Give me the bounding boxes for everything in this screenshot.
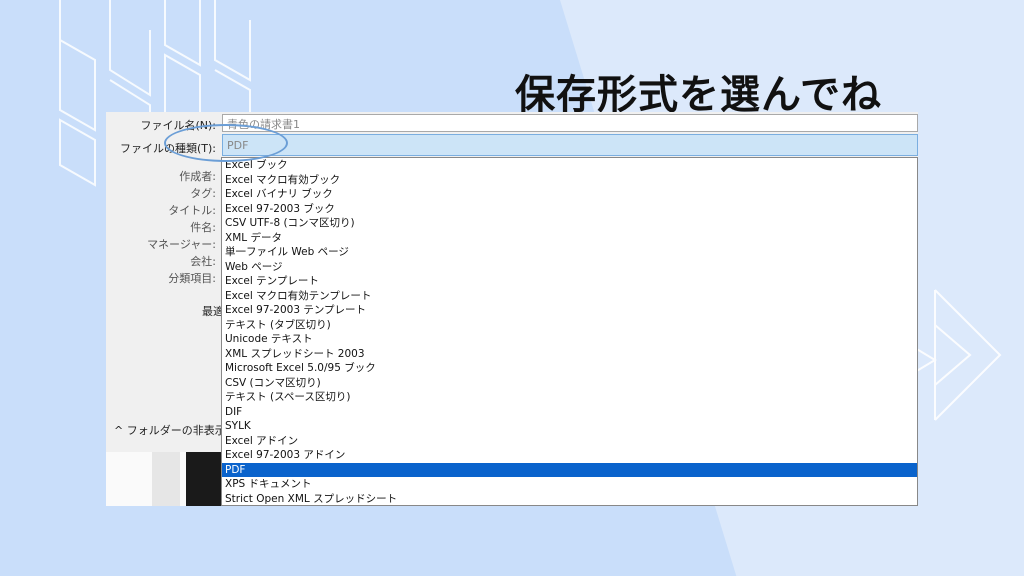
subject-label: 件名:: [190, 221, 216, 234]
category-label: 分類項目:: [168, 272, 216, 285]
decorative-lines-right: [909, 289, 1002, 421]
file-type-option[interactable]: Excel マクロ有効ブック: [222, 173, 917, 188]
author-label: 作成者:: [179, 170, 216, 183]
file-type-option[interactable]: Excel アドイン: [222, 434, 917, 449]
chevron-up-icon: ^: [114, 424, 124, 437]
highlight-circle: [164, 124, 288, 162]
save-dialog-screenshot: ファイル名(N): ファイルの種類(T): 作成者: タグ: タイトル: 件名:…: [106, 112, 918, 506]
file-type-option[interactable]: Excel 97-2003 アドイン: [222, 448, 917, 463]
file-type-option[interactable]: DIF: [222, 405, 917, 420]
file-type-option[interactable]: テキスト (スペース区切り): [222, 390, 917, 405]
file-type-option[interactable]: Unicode テキスト: [222, 332, 917, 347]
company-label: 会社:: [190, 255, 216, 268]
manager-label: マネージャー:: [147, 238, 216, 251]
file-type-dropdown[interactable]: PDF: [222, 134, 918, 156]
hide-folders-label: フォルダーの非表示: [126, 424, 226, 437]
file-type-option[interactable]: 単一ファイル Web ページ: [222, 245, 917, 260]
hide-folders-button[interactable]: ^ フォルダーの非表示: [114, 422, 226, 438]
tags-label: タグ:: [190, 187, 216, 200]
file-type-option[interactable]: Web ページ: [222, 260, 917, 275]
file-type-option[interactable]: Strict Open XML スプレッドシート: [222, 492, 917, 507]
file-name-input[interactable]: 青色の請求書1: [222, 114, 918, 132]
file-type-option[interactable]: Excel 97-2003 テンプレート: [222, 303, 917, 318]
file-type-option[interactable]: CSV UTF-8 (コンマ区切り): [222, 216, 917, 231]
title-label: タイトル:: [168, 204, 216, 217]
file-type-list[interactable]: Excel ブック Excel マクロ有効ブック Excel バイナリ ブック Exc…: [221, 157, 918, 506]
file-type-option[interactable]: XML スプレッドシート 2003: [222, 347, 917, 362]
file-type-option[interactable]: XPS ドキュメント: [222, 477, 917, 492]
file-type-option[interactable]: Excel バイナリ ブック: [222, 187, 917, 202]
file-type-option[interactable]: SYLK: [222, 419, 917, 434]
file-type-option[interactable]: Excel ブック: [222, 158, 917, 173]
file-type-option[interactable]: Excel テンプレート: [222, 274, 917, 289]
file-type-option[interactable]: PDF: [222, 462, 917, 477]
scrollbar-track: [152, 452, 180, 506]
folder-pane-dark-area: [186, 452, 222, 506]
file-type-option[interactable]: CSV (コンマ区切り): [222, 376, 917, 391]
file-type-option[interactable]: XML データ: [222, 231, 917, 246]
file-type-option[interactable]: Excel マクロ有効テンプレート: [222, 289, 917, 304]
file-type-option[interactable]: Excel 97-2003 ブック: [222, 202, 917, 217]
file-type-option[interactable]: テキスト (タブ区切り): [222, 318, 917, 333]
folder-pane-edge: [106, 452, 222, 506]
properties-pane: ファイル名(N): ファイルの種類(T): 作成者: タグ: タイトル: 件名:…: [106, 112, 226, 506]
file-type-option[interactable]: Microsoft Excel 5.0/95 ブック: [222, 361, 917, 376]
